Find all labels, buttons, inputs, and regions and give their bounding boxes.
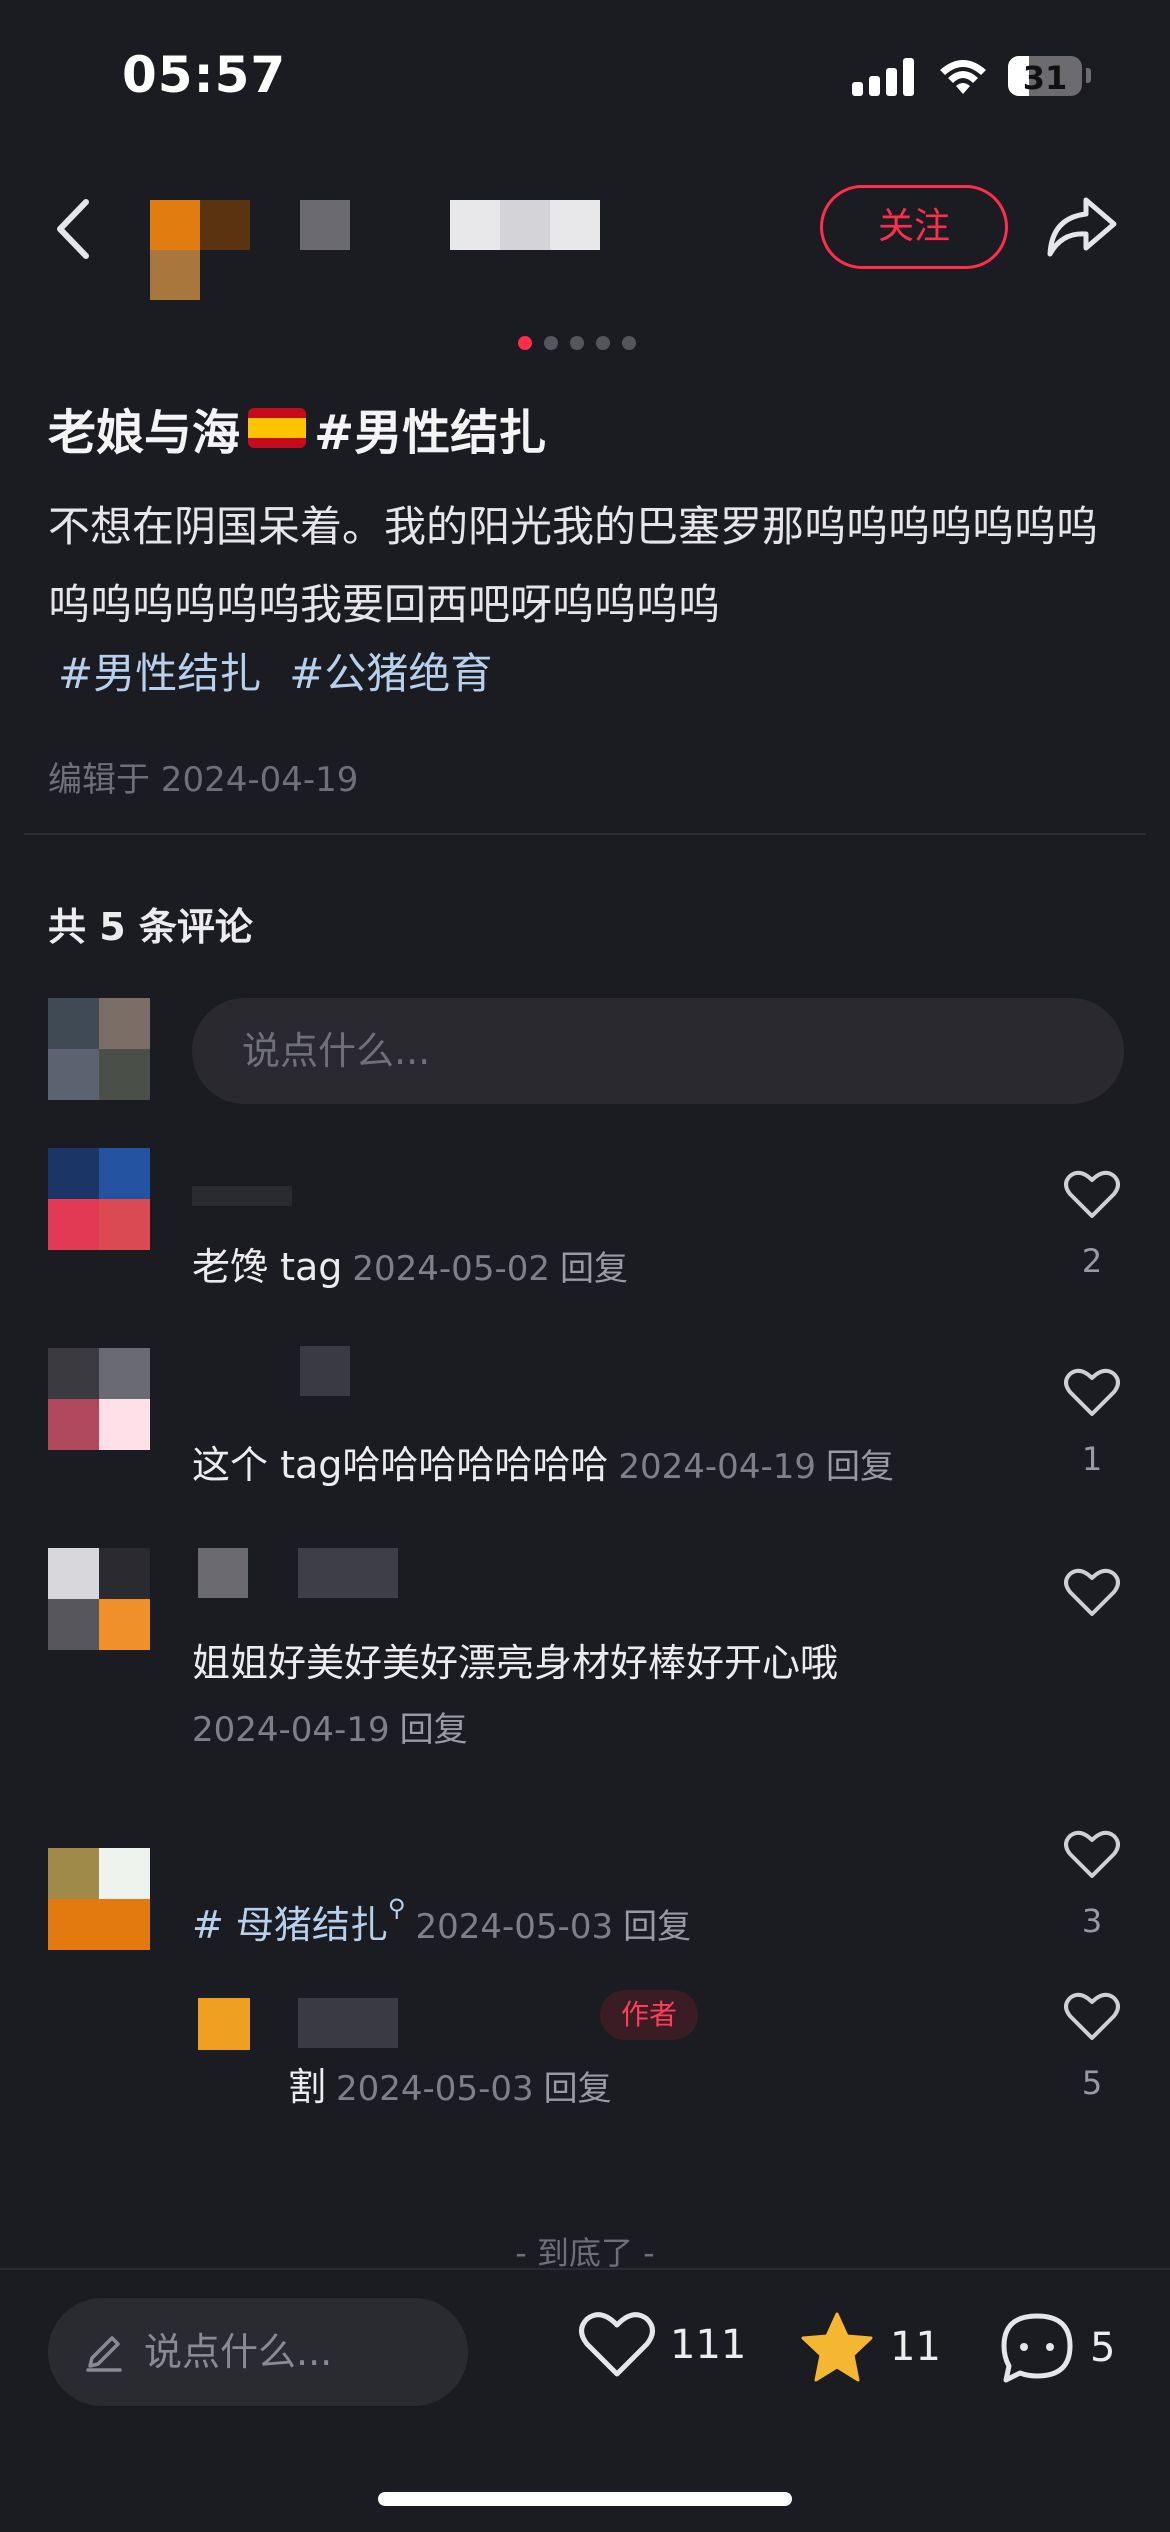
favorite-button[interactable]: 11 (798, 2310, 941, 2384)
back-icon (57, 199, 89, 259)
reply-button[interactable]: 回复 (623, 1907, 691, 1947)
carousel-dot (596, 336, 610, 350)
heart-icon (1064, 1170, 1120, 1218)
reply-button[interactable]: 回复 (560, 1249, 628, 1289)
edit-date: 编辑于 2024-04-19 (48, 760, 359, 800)
spain-flag-icon (248, 408, 307, 448)
reply-button[interactable]: 回复 (400, 1710, 468, 1750)
comment-text: 割 2024-05-03 回复 (288, 2065, 612, 2109)
comment-like-button[interactable] (1064, 1368, 1120, 1422)
wifi-icon (938, 56, 988, 100)
comment-text: 老馋 tag 2024-05-02 回复 (192, 1245, 628, 1289)
carousel-dot (518, 336, 532, 350)
hashtag-link[interactable]: # 母猪结扎 (192, 1903, 388, 1947)
author-name[interactable] (300, 200, 600, 250)
reply-button[interactable]: 回复 (544, 2069, 612, 2109)
bottom-divider (0, 2268, 1170, 2270)
comment-count: 共 5 条评论 (48, 905, 253, 949)
battery-tip (1086, 68, 1091, 83)
share-icon (1047, 197, 1117, 257)
commenter-name (192, 1186, 292, 1206)
heart-icon (1064, 1992, 1120, 2040)
comment-count-bottom: 5 (1090, 2325, 1116, 2371)
status-time: 05:57 (122, 46, 287, 104)
back-button[interactable] (46, 194, 106, 264)
author-reply-avatar[interactable] (198, 1998, 250, 2050)
hashtag-link[interactable]: #男性结扎 (58, 640, 261, 701)
like-button[interactable]: 111 (578, 2310, 746, 2380)
heart-icon (1064, 1568, 1120, 1616)
cellular-signal-icon (852, 58, 914, 96)
commenter-name (298, 1548, 398, 1598)
commenter-avatar[interactable] (48, 1548, 150, 1650)
comment-like-button[interactable] (1064, 1992, 1120, 2046)
heart-icon (1064, 1830, 1120, 1878)
post-title: 老娘与海 #男性结扎 (48, 405, 547, 461)
heart-icon (579, 2312, 655, 2377)
post-body: 不想在阴国呆着。我的阳光我的巴塞罗那呜呜呜呜呜呜呜呜呜呜呜呜呜我要回西吧呀呜呜呜… (48, 502, 1099, 629)
comment-like-count: 2 (1081, 1242, 1103, 1280)
commenter-avatar[interactable] (48, 1348, 150, 1450)
favorite-count: 11 (890, 2324, 941, 2370)
share-button[interactable] (1044, 192, 1120, 262)
commenter-avatar[interactable] (48, 1148, 150, 1250)
comment-text: 姐姐好美好美好漂亮身材好棒好开心哦 (192, 1641, 839, 1685)
carousel-dot (544, 336, 558, 350)
author-badge: 作者 (600, 1990, 698, 2040)
comment-text: # 母猪结扎⚲ 2024-05-03 回复 (192, 1894, 692, 1947)
post-tags: #男性结扎 #公猪绝育 (58, 640, 492, 701)
comment-like-count: 1 (1081, 1440, 1103, 1478)
like-count: 111 (670, 2322, 747, 2368)
follow-button[interactable]: 关注 (820, 185, 1008, 269)
carousel-dot (622, 336, 636, 350)
comment-like-button[interactable] (1064, 1568, 1120, 1622)
carousel-dot (570, 336, 584, 350)
reply-button[interactable]: 回复 (826, 1447, 894, 1487)
comment-input[interactable]: 说点什么... (192, 998, 1124, 1104)
comment-meta: 2024-04-19 回复 (192, 1710, 468, 1750)
my-avatar (48, 998, 150, 1100)
carousel-indicator (518, 336, 636, 350)
author-avatar[interactable] (150, 200, 250, 300)
commenter-name (198, 1548, 248, 1598)
battery-icon: 31 (1008, 56, 1082, 96)
commenter-name (300, 1346, 350, 1396)
commenter-avatar[interactable] (48, 1848, 150, 1950)
comment-like-count: 5 (1081, 2064, 1103, 2102)
commenter-name (298, 1998, 398, 2048)
comment-like-count: 3 (1081, 1902, 1103, 1940)
comment-icon (1001, 2313, 1073, 2383)
search-icon: ⚲ (387, 1894, 406, 1922)
home-indicator[interactable] (378, 2492, 792, 2506)
star-icon (801, 2312, 873, 2382)
comment-text: 这个 tag哈哈哈哈哈哈哈 2024-04-19 回复 (192, 1443, 894, 1487)
divider (24, 833, 1146, 835)
comment-button[interactable]: 5 (998, 2310, 1115, 2386)
comment-like-button[interactable] (1064, 1830, 1120, 1884)
pencil-icon (82, 2330, 126, 2378)
comment-like-button[interactable] (1064, 1170, 1120, 1224)
hashtag-link[interactable]: #公猪绝育 (289, 640, 492, 701)
heart-icon (1064, 1368, 1120, 1416)
